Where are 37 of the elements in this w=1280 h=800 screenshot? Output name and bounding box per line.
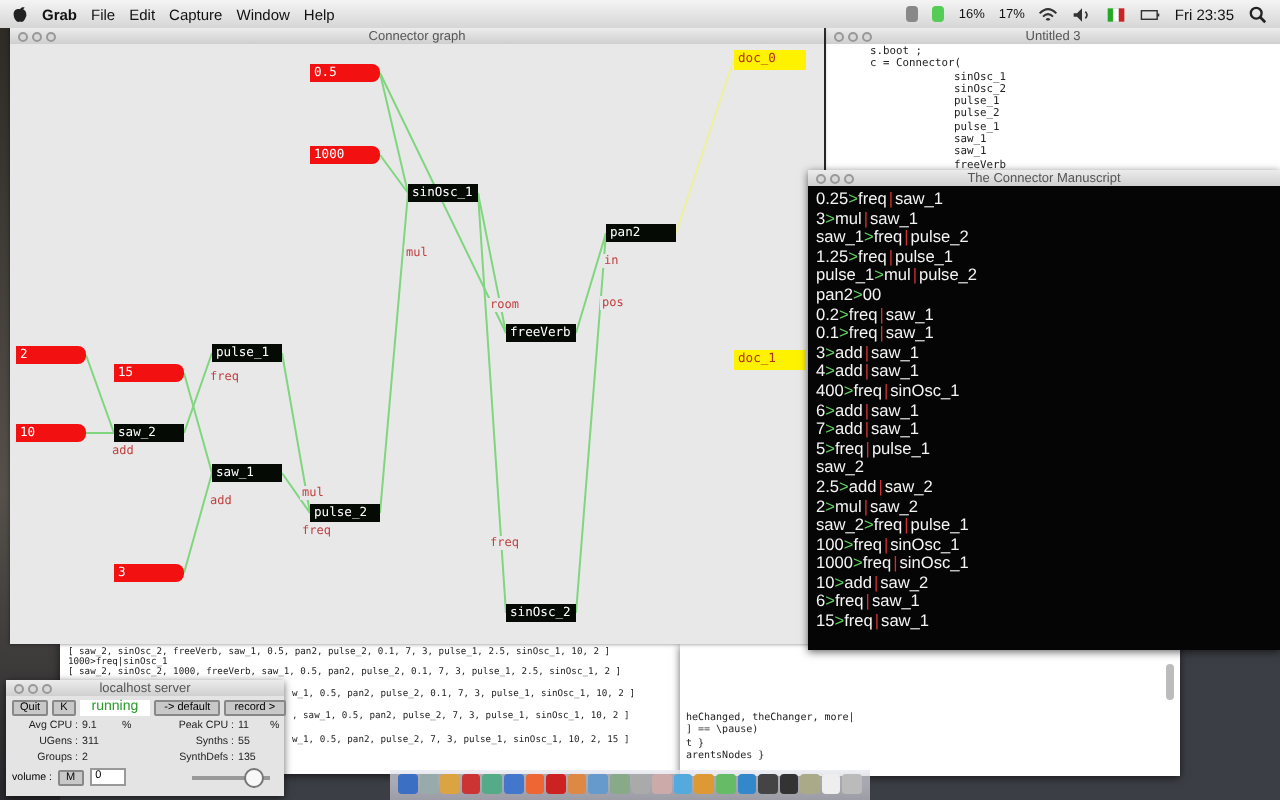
manuscript-line: saw_2>freq|pulse_1 (816, 516, 971, 536)
manuscript-line: 6>add|saw_1 (816, 401, 919, 421)
manuscript-line: 5>freq|pulse_1 (816, 439, 933, 459)
slider-thumb[interactable] (244, 767, 265, 787)
volume-icon[interactable] (1072, 5, 1093, 23)
connector-line (183, 372, 213, 474)
manuscript-line: pulse_1>mul|pulse_2 (816, 266, 980, 286)
manuscript-line: 2>mul|saw_2 (816, 497, 918, 516)
manuscript-line: 2.5>add|saw_2 (816, 477, 935, 497)
manuscript-line: 0.1>freq|saw_1 (816, 324, 936, 344)
manuscript-line: saw_2 (816, 458, 866, 478)
connector-line (183, 352, 213, 434)
manuscript-line: 15>freq|saw_1 (816, 612, 932, 632)
manuscript-line: 1000>freq|sinOsc_1 (816, 554, 971, 574)
connector-line (183, 472, 213, 574)
manuscript-line: saw_1>freq|pulse_2 (816, 228, 971, 248)
manuscript-line: pan2>00 (816, 285, 884, 306)
window-buttons-icon[interactable] (834, 31, 872, 41)
manuscript-line: 400>freq|sinOsc_1 (816, 381, 962, 402)
manuscript-line: 7>add|saw_1 (816, 420, 921, 440)
manuscript-line: 0.25>freq|saw_1 (816, 190, 945, 210)
battery-icon[interactable] (1140, 5, 1161, 23)
window-buttons-icon[interactable] (14, 683, 52, 693)
manuscript-line: 3>mul|saw_1 (816, 209, 918, 229)
manuscript-line: 0.2>freq|saw_1 (816, 305, 936, 325)
manuscript-line: 4>add|saw_1 (816, 362, 921, 382)
apple-icon[interactable] (12, 4, 28, 24)
manuscript-line: 100>freq|sinOsc_1 (816, 535, 960, 555)
manuscript-line: 6>freq|saw_1 (816, 592, 920, 613)
search-icon[interactable] (1248, 5, 1268, 23)
manuscript-line: 3>add|saw_1 (816, 343, 919, 363)
manuscript-line: 10>add|saw_2 (816, 573, 929, 593)
wifi-icon[interactable] (1038, 5, 1059, 23)
manuscript-line: 1.25>freq|pulse_1 (816, 247, 954, 267)
flag-icon[interactable] (1106, 5, 1127, 23)
scroll-bar[interactable] (1166, 664, 1174, 700)
window-buttons-icon[interactable] (816, 173, 854, 183)
